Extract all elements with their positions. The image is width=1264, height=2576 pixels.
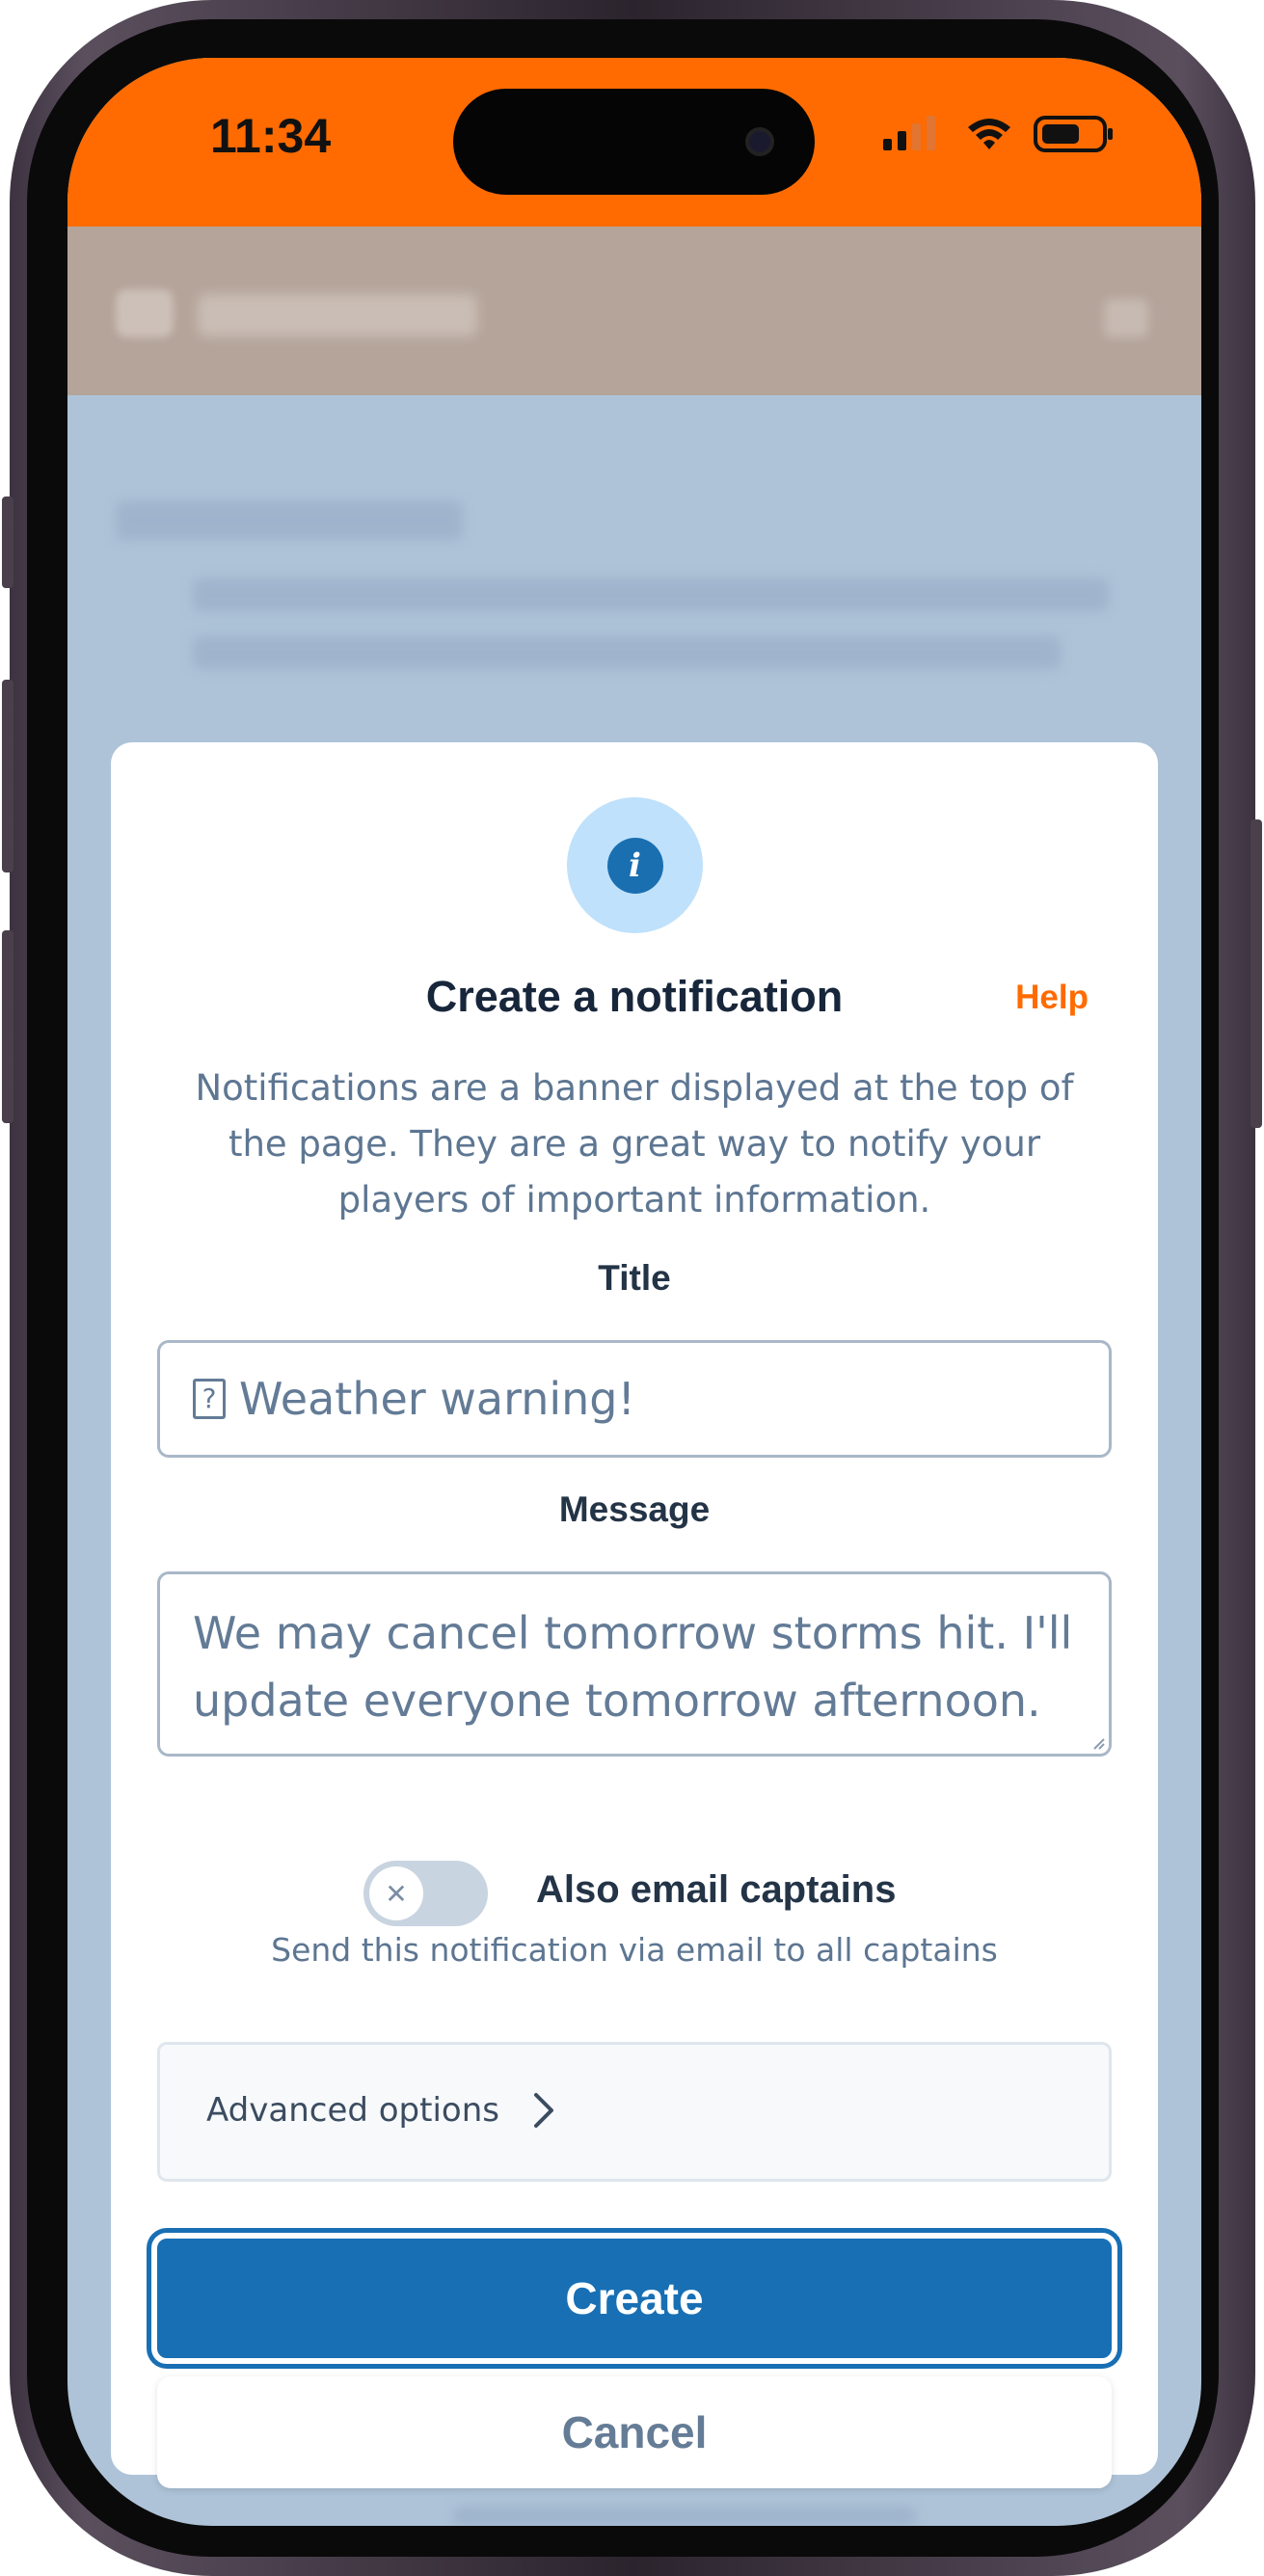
dynamic-island xyxy=(453,89,815,195)
cancel-button[interactable]: Cancel xyxy=(157,2376,1112,2488)
info-badge: i xyxy=(567,797,703,933)
message-textarea[interactable]: We may cancel tomorrow storms hit. I'll … xyxy=(157,1571,1112,1757)
unknown-glyph-icon: ? xyxy=(193,1379,226,1419)
status-time: 11:34 xyxy=(210,109,332,163)
status-bar: 11:34 xyxy=(67,58,1201,227)
status-icons xyxy=(883,116,1113,152)
app-header xyxy=(67,227,1201,395)
email-captains-label: Also email captains xyxy=(536,1868,897,1911)
side-button xyxy=(1251,819,1262,1128)
battery-icon xyxy=(1034,116,1113,152)
title-field-label: Title xyxy=(598,1258,671,1298)
side-button xyxy=(2,680,13,872)
dialog-description: Notifications are a banner displayed at … xyxy=(195,1067,1074,1221)
advanced-options-label: Advanced options xyxy=(206,2091,499,2130)
help-link[interactable]: Help xyxy=(1015,979,1089,1017)
camera-icon xyxy=(745,127,774,156)
chevron-right-icon xyxy=(534,2093,553,2128)
app-title-blurred xyxy=(198,294,477,336)
email-captains-help: Send this notification via email to all … xyxy=(271,1931,998,1969)
side-button xyxy=(2,496,13,588)
wifi-icon xyxy=(968,119,1010,149)
message-textarea-value: We may cancel tomorrow storms hit. I'll … xyxy=(193,1607,1073,1727)
app-logo xyxy=(116,289,174,337)
message-field-label: Message xyxy=(558,1489,711,1529)
info-icon: i xyxy=(606,837,663,894)
background-content xyxy=(453,2507,916,2526)
side-button xyxy=(2,930,13,1123)
background-content xyxy=(193,636,1061,669)
screen: 11:34 i Create a notification Help Notif… xyxy=(67,58,1201,2526)
dialog-title: Create a notification xyxy=(425,972,844,1021)
signal-icon xyxy=(883,116,935,150)
background-content xyxy=(193,578,1109,611)
close-icon: ✕ xyxy=(369,1866,423,1920)
notification-dialog: i Create a notification Help Notificatio… xyxy=(111,742,1158,2488)
background-content xyxy=(116,501,463,540)
resize-handle-icon[interactable] xyxy=(1091,1736,1105,1750)
title-input[interactable]: ? Weather warning! xyxy=(157,1340,1112,1458)
title-input-value: Weather warning! xyxy=(239,1373,635,1425)
email-captains-toggle[interactable]: ✕ xyxy=(363,1861,488,1926)
advanced-options-button[interactable]: Advanced options xyxy=(157,2042,1112,2182)
menu-icon xyxy=(1104,299,1148,337)
create-button[interactable]: Create xyxy=(151,2233,1117,2364)
